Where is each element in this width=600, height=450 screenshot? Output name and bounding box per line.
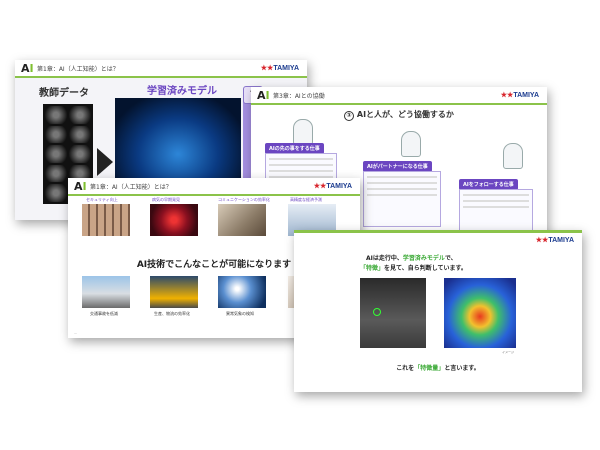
robot-figure-icon [293,119,313,145]
footer-text: — [74,331,77,335]
ai-logo: AI [21,62,34,75]
trained-model-label: 学習済みモデル [147,86,217,97]
bottom-message: これを「特徴量」と言います。 [396,365,480,372]
caption-bottom-2: 生産、物流の効率化 [154,311,190,316]
slide-title: ③ AIと人が、どう協働するか [251,109,547,121]
headline-line2: 「特徴」を見て、自ら判断しています。 [360,265,467,272]
slide-header: AI 第3章：AIとの協働 ★★TAMIYA [251,87,547,105]
teacher-data-label: 教師データ [39,88,89,99]
caption-top-2: 病気の早期発見 [152,197,180,202]
caption-top-3: コミュニケーションの効率化 [218,197,270,202]
earth-photo [218,276,266,308]
slide-header: AI 第1章：AI（人工知能）とは？ ★★TAMIYA [68,178,360,196]
role-box [363,171,441,227]
top-accent-bar [294,230,582,233]
chapter-label: 第3章：AIとの協働 [273,93,325,100]
cells-photo [150,204,198,236]
chapter-label: 第1章：AI（人工知能）とは？ [90,184,172,191]
caption-bottom-3: 異常気象の検知 [226,311,254,316]
caption-bottom-1: 交通事故を低減 [90,311,118,316]
tamiya-logo: ★★TAMIYA [313,183,352,190]
tamiya-logo: ★★TAMIYA [500,92,539,99]
tamiya-logo: ★★TAMIYA [535,237,574,244]
meeting-photo [218,204,266,236]
slide-header: AI 第1章：AI（人工知能）とは？ ★★TAMIYA [15,60,307,78]
heatmap-image [444,278,516,348]
tamiya-logo: ★★TAMIYA [260,65,299,72]
headline-line1: AIは走行中、学習済みモデルで、 [366,255,457,262]
caption-top-1: セキュリティ向上 [86,197,118,202]
target-marker-icon [373,308,381,316]
right-arrow-icon [97,148,113,176]
camera-view-image [360,278,426,348]
ai-logo: AI [74,180,87,193]
robot-figure-icon [503,143,523,169]
image-note: イメージ [502,350,514,354]
faces-photo [82,204,130,236]
ai-logo: AI [257,89,270,102]
caption-top-4: 高精度な経済予測 [290,197,322,202]
warehouse-photo [150,276,198,308]
slide-feature-quantity: ★★TAMIYA AIは走行中、学習済みモデルで、 「特徴」を見て、自ら判断して… [294,230,582,392]
person-figure-icon [401,131,421,157]
car-photo [82,276,130,308]
chapter-label: 第1章：AI（人工知能）とは？ [37,66,119,73]
